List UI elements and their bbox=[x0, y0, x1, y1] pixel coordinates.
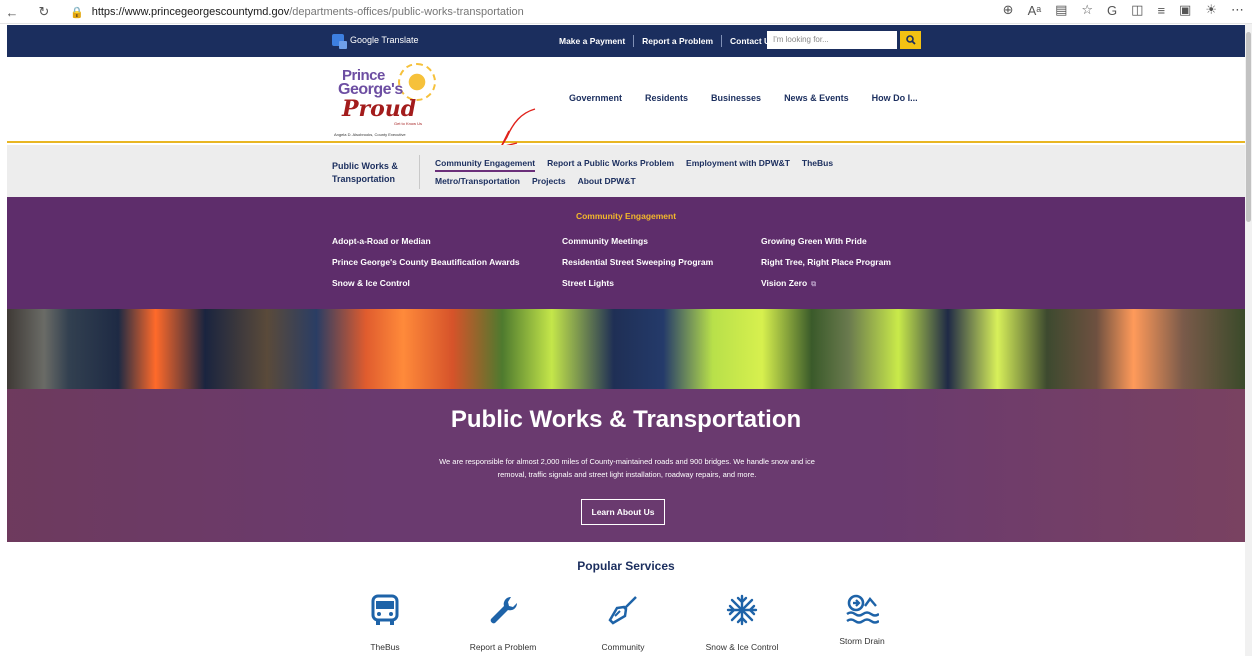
subnav-metro[interactable]: Metro/Transportation bbox=[435, 176, 520, 186]
utility-bar: Google Translate Make a Payment Report a… bbox=[7, 25, 1245, 57]
external-link-icon: ⧉ bbox=[811, 281, 817, 288]
scrollbar-thumb[interactable] bbox=[1246, 32, 1251, 222]
subnav-thebus[interactable]: TheBus bbox=[802, 158, 833, 172]
subnav-row-2: Metro/Transportation Projects About DPW&… bbox=[435, 176, 636, 186]
menu-community-meetings[interactable]: Community Meetings bbox=[562, 236, 713, 246]
nav-businesses[interactable]: Businesses bbox=[711, 93, 761, 103]
broom-icon bbox=[603, 590, 643, 630]
menu-vision-zero[interactable]: Vision Zero ⧉ bbox=[761, 278, 891, 289]
split-screen-icon[interactable]: ◫ bbox=[1131, 2, 1143, 18]
google-translate-icon bbox=[332, 34, 347, 49]
hero-photo bbox=[7, 309, 1245, 389]
menu-snow-ice[interactable]: Snow & Ice Control bbox=[332, 278, 520, 288]
subnav-community-engagement[interactable]: Community Engagement bbox=[435, 158, 536, 172]
menu-vision-zero-label: Vision Zero bbox=[761, 278, 808, 288]
service-community[interactable]: Community bbox=[573, 590, 673, 652]
menu-beautification-awards[interactable]: Prince George's County Beautification Aw… bbox=[332, 257, 520, 267]
menu-adopt-a-road[interactable]: Adopt-a-Road or Median bbox=[332, 236, 520, 246]
lock-icon: 🔒 bbox=[70, 6, 84, 19]
nav-how-do-i[interactable]: How Do I... bbox=[872, 93, 918, 103]
county-logo[interactable]: Prince George's Proud Get to Know Us Ang… bbox=[332, 63, 442, 137]
logo-line-3: Proud bbox=[342, 96, 417, 122]
utility-links: Make a Payment Report a Problem Contact … bbox=[551, 25, 783, 57]
subnav-divider bbox=[419, 155, 420, 189]
back-icon[interactable]: ← bbox=[2, 2, 22, 22]
url-host: https://www.princegeorgescountymd.gov bbox=[91, 6, 290, 18]
service-thebus[interactable]: TheBus bbox=[335, 590, 435, 652]
service-storm-drain[interactable]: Storm Drain bbox=[812, 590, 912, 646]
reader-icon[interactable]: ▤ bbox=[1055, 2, 1067, 18]
subnav-employment[interactable]: Employment with DPW&T bbox=[686, 158, 790, 172]
google-translate[interactable]: Google Translate bbox=[332, 34, 419, 49]
service-report-problem[interactable]: Report a Problem bbox=[453, 590, 553, 652]
logo-tagline: Get to Know Us bbox=[394, 121, 423, 126]
menu-street-lights[interactable]: Street Lights bbox=[562, 278, 713, 288]
more-icon[interactable]: ⋯ bbox=[1231, 2, 1244, 18]
mega-col-1: Adopt-a-Road or Median Prince George's C… bbox=[332, 236, 520, 288]
subnav-projects[interactable]: Projects bbox=[532, 176, 566, 186]
browser-toolbar: ← ↻ 🔒 https://www.princegeorgescountymd.… bbox=[0, 0, 1252, 24]
search-button[interactable] bbox=[900, 31, 921, 49]
department-title[interactable]: Public Works & Transportation bbox=[332, 160, 412, 186]
subnav-about[interactable]: About DPW&T bbox=[578, 176, 636, 186]
profile-icon[interactable]: ☀ bbox=[1205, 2, 1217, 18]
service-label: Snow & Ice Control bbox=[705, 642, 779, 652]
nav-residents[interactable]: Residents bbox=[645, 93, 688, 103]
logo-executive: Angela D. Alsobrooks, County Executive bbox=[334, 132, 406, 137]
hero-title: Public Works & Transportation bbox=[450, 406, 802, 433]
nav-government[interactable]: Government bbox=[569, 93, 622, 103]
mega-menu-title[interactable]: Community Engagement bbox=[7, 211, 1245, 221]
site-header: Prince George's Proud Get to Know Us Ang… bbox=[7, 57, 1245, 151]
refresh-icon[interactable]: ↻ bbox=[34, 2, 54, 22]
hero-banner: Public Works & Transportation We are res… bbox=[7, 309, 1245, 542]
mega-menu: Community Engagement Adopt-a-Road or Med… bbox=[7, 197, 1245, 309]
storm-drain-icon bbox=[842, 590, 882, 630]
page-scrollbar[interactable] bbox=[1245, 24, 1252, 656]
service-label: Community bbox=[601, 642, 645, 652]
wrench-icon bbox=[483, 590, 523, 630]
bus-icon bbox=[365, 590, 405, 630]
zoom-icon[interactable]: ⊕ bbox=[1003, 2, 1014, 18]
address-bar[interactable]: 🔒 https://www.princegeorgescountymd.gov /… bbox=[70, 4, 524, 20]
extension-icon[interactable]: G bbox=[1107, 3, 1117, 18]
hero-text: We are responsible for almost 2,000 mile… bbox=[439, 457, 815, 479]
collections-icon[interactable]: ▣ bbox=[1179, 2, 1191, 18]
search-icon bbox=[905, 35, 916, 45]
service-label: Report a Problem bbox=[469, 642, 537, 652]
main-nav: Government Residents Businesses News & E… bbox=[569, 93, 918, 103]
menu-growing-green[interactable]: Growing Green With Pride bbox=[761, 236, 891, 246]
mega-col-3: Growing Green With Pride Right Tree, Rig… bbox=[761, 236, 891, 289]
make-payment-link[interactable]: Make a Payment bbox=[551, 35, 635, 47]
mega-col-2: Community Meetings Residential Street Sw… bbox=[562, 236, 713, 288]
nav-news-events[interactable]: News & Events bbox=[784, 93, 849, 103]
menu-street-sweeping[interactable]: Residential Street Sweeping Program bbox=[562, 257, 713, 267]
subnav-report-problem[interactable]: Report a Public Works Problem bbox=[547, 158, 674, 172]
browser-tools: ⊕ Aᵃ ▤ ☆ G ◫ ≡ ▣ ☀ ⋯ bbox=[1003, 2, 1244, 18]
sun-core bbox=[402, 67, 432, 97]
service-label: TheBus bbox=[370, 642, 400, 652]
read-aloud-icon[interactable]: Aᵃ bbox=[1028, 3, 1042, 18]
favorite-icon[interactable]: ☆ bbox=[1081, 2, 1093, 18]
search-input[interactable]: I'm looking for... bbox=[767, 31, 897, 49]
service-label: Storm Drain bbox=[839, 636, 885, 646]
popular-services-title: Popular Services bbox=[577, 559, 675, 573]
favorites-list-icon[interactable]: ≡ bbox=[1157, 3, 1165, 18]
google-translate-label: Google Translate bbox=[350, 35, 419, 45]
report-problem-link[interactable]: Report a Problem bbox=[634, 35, 723, 47]
service-snow-ice[interactable]: Snow & Ice Control bbox=[692, 590, 792, 652]
url-path: /departments-offices/public-works-transp… bbox=[289, 6, 524, 18]
subnav-row-1: Community Engagement Report a Public Wor… bbox=[435, 158, 833, 172]
menu-right-tree[interactable]: Right Tree, Right Place Program bbox=[761, 257, 891, 267]
snowflake-icon bbox=[722, 590, 762, 630]
learn-about-us-button[interactable]: Learn About Us bbox=[581, 499, 665, 525]
department-subnav: Public Works & Transportation Community … bbox=[7, 145, 1245, 197]
